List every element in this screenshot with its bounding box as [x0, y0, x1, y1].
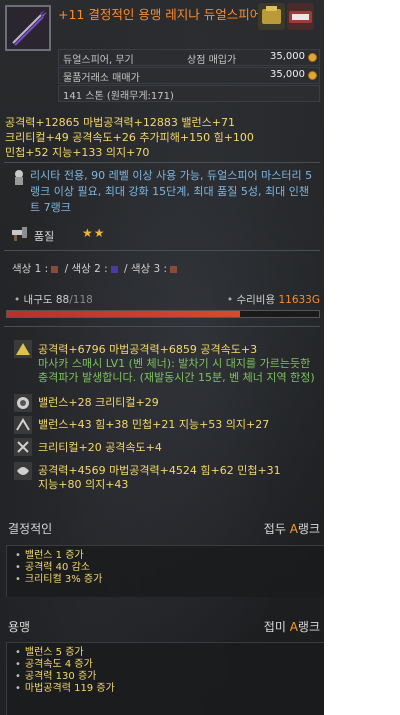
durability-label: 내구도 [23, 294, 53, 306]
item-description: 리시타 전용, 90 레벨 이상 사용 가능, 듀얼스피어 마스터리 5랭크 이… [30, 169, 313, 214]
enhance-icon-5 [14, 462, 32, 480]
enhance-stat-5-line-1: 공격력+4569 마법공격력+4524 힘+62 민첩+31 [38, 464, 281, 477]
hammer-quality-icon [10, 224, 28, 242]
enchant-effect: 공격력 40 감소 [15, 562, 324, 574]
divider [4, 162, 320, 163]
enchant-effect: 공격력 130 증가 [15, 671, 324, 683]
divider [4, 326, 320, 327]
durability-current: 88 [55, 294, 70, 306]
prefix-enchant-title: 결정적인 [8, 522, 53, 536]
enhance-stat-4-line: 크리티컬+20 공격속도+4 [38, 441, 162, 454]
armor-requirement-icon [10, 168, 28, 186]
dye-color-1-label: 색상 1 : [12, 263, 49, 275]
enhance-stat-2-line: 밸런스+28 크리티컬+29 [38, 396, 159, 409]
enchant-effect: 밸런스 5 증가 [15, 647, 324, 659]
enhance-stat-5: 공격력+4569 마법공격력+4524 힘+62 민첩+31 지능+80 의지+… [38, 464, 281, 492]
prefix-enchant-effects: 밸런스 1 증가 공격력 40 감소 크리티컬 3% 증가 [6, 545, 324, 597]
suffix-enchant-grade: A [289, 620, 298, 634]
dye-color-1-swatch [51, 265, 59, 273]
dye-color-3-label: / 색상 3 : [124, 263, 168, 275]
enchant-effect: 공격속도 4 증가 [15, 659, 324, 671]
dye-color-2-swatch [110, 265, 118, 273]
enhance-stat-2: 밸런스+28 크리티컬+29 [38, 396, 159, 410]
enchant-effect: 밸런스 1 증가 [15, 550, 324, 562]
base-stats-line-3: 민첩+52 지능+133 의지+70 [5, 146, 150, 159]
enhance-stat-4: 크리티컬+20 공격속도+4 [38, 441, 162, 455]
enhance-icon-3 [14, 416, 32, 434]
item-header: +11 결정적인 용맹 레지나 듀얼스피어 듀얼스피어, 무기 상점 매입가 3… [0, 0, 324, 102]
quality-label: 품질 [34, 230, 55, 243]
enhance-icon-4 [14, 438, 32, 456]
stone-row: 141 스톤 (원래무게:171) [58, 85, 320, 102]
item-tooltip-panel: +11 결정적인 용맹 레지나 듀얼스피어 듀얼스피어, 무기 상점 매입가 3… [0, 0, 324, 715]
enchant-effect: 크리티컬 3% 증가 [15, 574, 324, 586]
enhance-stat-1: 공격력+6796 마법공격력+6859 공격속도+3 마사카 스매시 LV1 (… [38, 343, 315, 385]
trade-price-label: 물품거래소 매매가 [63, 73, 140, 84]
gold-coin-icon [308, 53, 317, 62]
item-name: +11 결정적인 용맹 레지나 듀얼스피어 [58, 7, 262, 22]
base-stats-line-2: 크리티컬+49 공격속도+26 추가피해+150 힘+100 [5, 131, 254, 144]
enchant-effect: 마법공격력 119 증가 [15, 683, 324, 695]
trade-price-row: 물품거래소 매매가 35,000 [58, 67, 320, 84]
durability-max: /118 [69, 294, 93, 306]
quality-stars: ★★ [82, 226, 106, 240]
repair-cost: • 수리비용 11633G [226, 294, 320, 306]
event-badge-icon [258, 3, 285, 30]
suffix-enchant-title: 용맹 [8, 620, 31, 634]
enhance-stat-5-line-2: 지능+80 의지+43 [38, 478, 129, 491]
durability-bar [6, 310, 320, 318]
gold-coin-icon [308, 71, 317, 80]
enhance-stat-3: 밸런스+43 힘+38 민첩+21 지능+53 의지+27 [38, 418, 269, 432]
repair-cost-label: 수리비용 [236, 294, 276, 306]
dye-color-2-label: / 색상 2 : [64, 263, 108, 275]
stone-text: 141 스톤 (원래무게:171) [63, 91, 174, 102]
suffix-enchant-effects: 밸런스 5 증가 공격속도 4 증가 공격력 130 증가 마법공격력 119 … [6, 642, 324, 715]
prefix-enchant-rank: 접두 A랭크 [263, 522, 320, 536]
enhance-special-icon [14, 340, 32, 358]
durability: • 내구도 88/118 [14, 294, 93, 306]
vip-badge-icon [287, 3, 314, 30]
item-type: 듀얼스피어, 무기 [63, 55, 134, 66]
enhance-note-1: 마사카 스매시 LV1 (벤 체너): 발차기 시 대지를 가르는듯한 [38, 357, 311, 370]
shop-price-value: 35,000 [270, 51, 305, 62]
dual-spear-item-icon [5, 5, 51, 51]
enhance-icon-2 [14, 394, 32, 412]
item-type-row: 듀얼스피어, 무기 상점 매입가 35,000 [58, 49, 320, 66]
dye-color-3-swatch [170, 265, 178, 273]
enhance-stat-1-line: 공격력+6796 마법공격력+6859 공격속도+3 [38, 343, 258, 356]
repair-cost-value: 11633G [278, 294, 320, 306]
trade-price-value: 35,000 [270, 69, 305, 80]
base-stats-line-1: 공격력+12865 마법공격력+12883 밸런스+71 [5, 116, 235, 129]
divider [4, 250, 320, 251]
dye-colors: 색상 1 : / 색상 2 : / 색상 3 : [12, 261, 180, 276]
prefix-enchant-grade: A [289, 522, 298, 536]
enhance-note-2: 충격파가 발생합니다. (재발동시간 15분, 벤 체너 지역 한정) [38, 371, 315, 384]
enhance-stat-3-line: 밸런스+43 힘+38 민첩+21 지능+53 의지+27 [38, 418, 270, 431]
suffix-enchant-rank: 접미 A랭크 [263, 620, 320, 634]
durability-bar-fill [7, 311, 240, 317]
shop-price-label: 상점 매입가 [187, 55, 237, 66]
